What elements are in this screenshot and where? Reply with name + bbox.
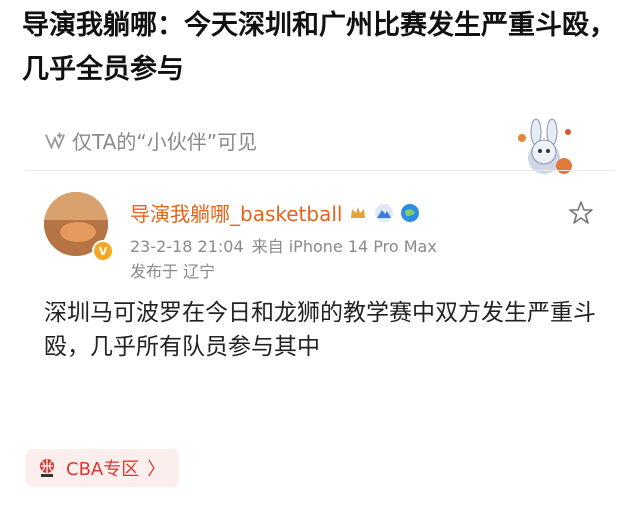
divider xyxy=(26,170,614,171)
post-source: 来自 iPhone 14 Pro Max xyxy=(251,237,437,256)
visibility-icon xyxy=(44,132,66,150)
visibility-row: 仅TA的“小伙伴”可见 xyxy=(44,126,257,155)
post-timestamp: 23-2-18 21:04 xyxy=(130,237,244,256)
visibility-text: 仅TA的“小伙伴”可见 xyxy=(72,130,258,154)
star-icon[interactable] xyxy=(568,200,594,226)
post-location: 发布于 辽宁 xyxy=(130,262,216,281)
crown-badge-icon xyxy=(351,206,366,218)
headline: 导演我躺哪：今天深圳和广州比赛发生严重斗殴，几乎全员参与 xyxy=(22,10,616,85)
username[interactable]: 导演我躺哪_basketball xyxy=(130,198,342,227)
vip-badge: V xyxy=(92,240,114,262)
mountain-badge-icon xyxy=(375,203,394,222)
weibo-post-card: 仅TA的“小伙伴”可见 V 导演我躺哪_basketball 23-2-18 2… xyxy=(26,112,614,522)
post-body: 深圳马可波罗在今日和龙狮的教学赛中双方发生严重斗殴，几乎所有队员参与其中 xyxy=(44,300,596,360)
chevron-right-icon: 〉 xyxy=(147,459,166,480)
cba-logo-icon xyxy=(40,459,54,477)
topic-chip-label: CBA专区 xyxy=(66,459,140,480)
username-row: 导演我躺哪_basketball xyxy=(130,198,420,227)
avatar-container[interactable]: V xyxy=(44,186,116,262)
topic-chip-cba[interactable]: CBA专区 〉 xyxy=(26,449,180,487)
globe-badge-icon xyxy=(401,203,420,222)
post-meta: 23-2-18 21:04 来自 iPhone 14 Pro Max xyxy=(130,233,445,257)
